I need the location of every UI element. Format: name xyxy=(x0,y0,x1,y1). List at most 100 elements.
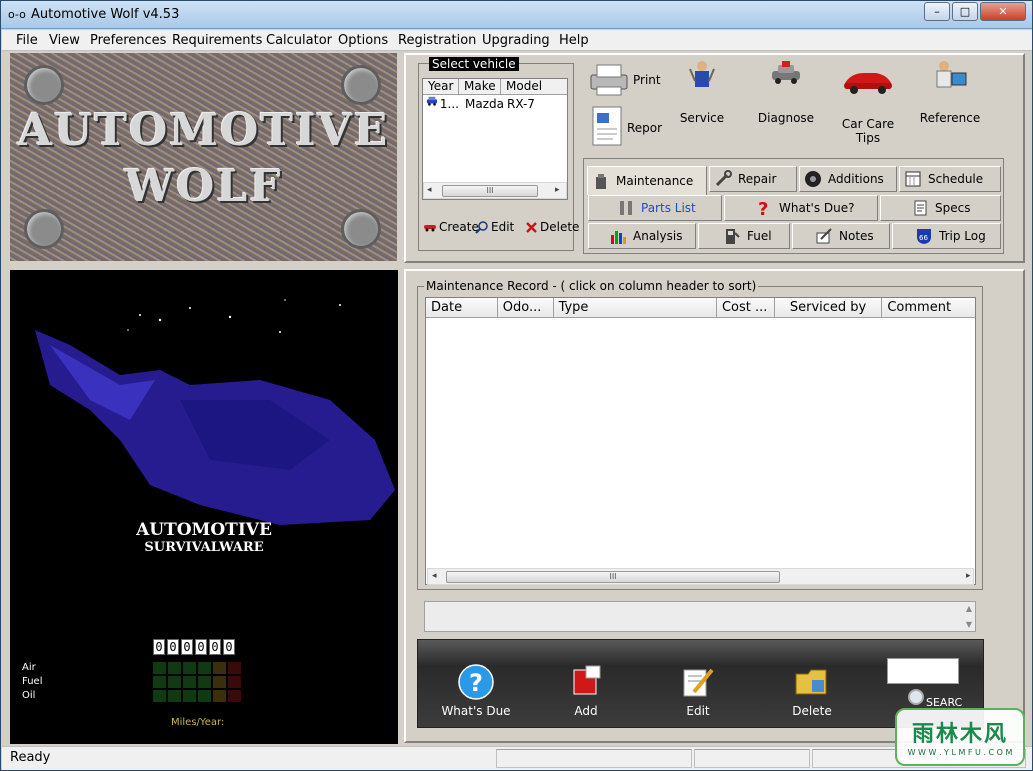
column-year[interactable]: Year xyxy=(423,79,459,94)
edit-record-button[interactable]: Edit xyxy=(674,664,722,718)
vehicle-list-scrollbar[interactable]: ◂ III ▸ xyxy=(423,182,567,199)
column-comment[interactable]: Comment xyxy=(882,298,975,317)
menu-calculator[interactable]: Calculator xyxy=(266,33,332,48)
menu-help[interactable]: Help xyxy=(559,33,589,48)
tab-parts-list[interactable]: Parts List xyxy=(588,195,722,221)
site-watermark: 雨林木风 W W W . Y L M F U . C O M xyxy=(895,708,1025,766)
tab-specs[interactable]: Specs xyxy=(880,195,1001,221)
gauge-label-fuel: Fuel xyxy=(22,676,43,687)
status-cell xyxy=(496,749,692,768)
add-label: Add xyxy=(574,704,598,718)
create-label: Create xyxy=(439,220,479,234)
column-type[interactable]: Type xyxy=(554,298,717,317)
maintenance-record-grid[interactable]: Date Odo... Type Cost ... Serviced by Co… xyxy=(425,297,976,585)
bar-chart-icon xyxy=(611,231,626,244)
calendar-icon xyxy=(905,171,921,187)
delete-x-icon xyxy=(526,221,537,233)
gauge-grid xyxy=(153,662,241,702)
minimize-button[interactable]: – xyxy=(924,2,950,21)
whats-due-label: What's Due xyxy=(441,704,511,718)
tab-repair[interactable]: Repair xyxy=(709,166,797,192)
column-date[interactable]: Date xyxy=(426,298,498,317)
record-notes-box[interactable]: ▲ ▼ xyxy=(424,601,976,632)
tire-icon xyxy=(805,171,821,187)
tab-maintenance[interactable]: Maintenance xyxy=(587,166,707,196)
scroll-up-arrow-icon[interactable]: ▲ xyxy=(966,604,972,613)
tab-additions[interactable]: Additions xyxy=(799,166,897,192)
printer-icon xyxy=(590,64,628,96)
menu-bar: File View Preferences Requirements Calcu… xyxy=(2,30,1032,51)
diagnose-car-icon xyxy=(772,61,800,84)
scroll-thumb[interactable]: III xyxy=(442,185,538,197)
car-care-tips-label: Car Care Tips xyxy=(841,117,895,145)
pencil-note-icon xyxy=(816,228,832,244)
column-odometer[interactable]: Odo... xyxy=(498,298,554,317)
scroll-thumb[interactable]: III xyxy=(446,571,780,583)
bolt-icon xyxy=(24,65,64,105)
svg-text:?: ? xyxy=(758,199,768,217)
menu-options[interactable]: Options xyxy=(338,33,388,48)
window-title: Automotive Wolf v4.53 xyxy=(31,7,180,22)
record-grid-header: Date Odo... Type Cost ... Serviced by Co… xyxy=(426,298,975,318)
tab-specs-label: Specs xyxy=(935,201,971,215)
scroll-down-arrow-icon[interactable]: ▼ xyxy=(966,620,972,629)
svg-text:?: ? xyxy=(469,669,483,697)
menu-view[interactable]: View xyxy=(49,33,80,48)
bolt-icon xyxy=(24,209,64,249)
add-record-button[interactable]: Add xyxy=(562,664,610,718)
odometer-digit: 0 xyxy=(223,639,235,655)
add-book-icon xyxy=(573,665,601,695)
vehicle-row[interactable]: 1... Mazda RX-7 xyxy=(423,95,567,113)
tab-additions-label: Additions xyxy=(828,172,884,186)
tab-schedule[interactable]: Schedule xyxy=(899,166,1001,192)
menu-upgrading[interactable]: Upgrading xyxy=(482,33,550,48)
odometer-digit: 0 xyxy=(195,639,207,655)
tab-fuel[interactable]: Fuel xyxy=(698,223,790,249)
column-serviced-by[interactable]: Serviced by xyxy=(775,298,883,317)
delete-label: Delete xyxy=(540,220,580,234)
close-button[interactable]: ✕ xyxy=(980,2,1026,21)
tab-whats-due[interactable]: ? What's Due? xyxy=(724,195,878,221)
tab-analysis[interactable]: Analysis xyxy=(588,223,696,249)
delete-vehicle-button[interactable]: Delete xyxy=(525,220,579,234)
print-label: Print xyxy=(633,73,661,87)
service-button[interactable]: Service xyxy=(673,59,731,125)
vehicle-year-cell: 1... xyxy=(423,95,459,113)
app-icon: o-o xyxy=(8,8,26,21)
reference-button[interactable]: Reference xyxy=(919,59,981,125)
menu-preferences[interactable]: Preferences xyxy=(90,33,166,48)
car-icon xyxy=(426,96,438,106)
delete-record-button[interactable]: Delete xyxy=(786,664,838,718)
tab-trip-log[interactable]: 66 Trip Log xyxy=(892,223,1001,249)
scroll-left-arrow-icon[interactable]: ◂ xyxy=(427,185,432,195)
column-cost[interactable]: Cost ... xyxy=(717,298,775,317)
select-vehicle-legend: Select vehicle xyxy=(429,57,519,71)
maintenance-record-legend: Maintenance Record - ( click on column h… xyxy=(424,279,759,293)
menu-requirements[interactable]: Requirements xyxy=(172,33,262,48)
diagnose-button[interactable]: Diagnose xyxy=(757,59,815,125)
edit-vehicle-button[interactable]: Edit xyxy=(475,220,514,234)
record-grid-scrollbar[interactable]: ◂ III ▸ xyxy=(427,568,974,585)
odometer-digit: 0 xyxy=(181,639,193,655)
tab-parts-list-label: Parts List xyxy=(641,201,696,215)
whats-due-button[interactable]: ? What's Due xyxy=(440,664,512,718)
delete-label: Delete xyxy=(792,704,832,718)
print-button[interactable]: Print xyxy=(587,63,661,97)
vehicle-list-header: Year Make Model xyxy=(423,79,567,95)
report-button[interactable]: Repor xyxy=(591,105,662,150)
tab-repair-label: Repair xyxy=(738,172,777,186)
maximize-button[interactable]: □ xyxy=(952,2,978,21)
scroll-right-arrow-icon[interactable]: ▸ xyxy=(966,571,971,581)
column-make[interactable]: Make xyxy=(459,79,501,94)
car-care-tips-button[interactable]: Car Care Tips xyxy=(831,63,905,145)
tab-notes[interactable]: Notes xyxy=(792,223,890,249)
search-input[interactable] xyxy=(887,658,959,684)
menu-file[interactable]: File xyxy=(16,33,38,48)
create-vehicle-button[interactable]: Create xyxy=(423,220,479,234)
select-vehicle-group: Select vehicle Year Make Model 1... Mazd… xyxy=(418,57,579,251)
menu-registration[interactable]: Registration xyxy=(398,33,476,48)
tab-analysis-label: Analysis xyxy=(633,229,683,243)
column-model[interactable]: Model xyxy=(501,79,567,94)
scroll-right-arrow-icon[interactable]: ▸ xyxy=(555,185,560,195)
scroll-left-arrow-icon[interactable]: ◂ xyxy=(432,571,437,581)
